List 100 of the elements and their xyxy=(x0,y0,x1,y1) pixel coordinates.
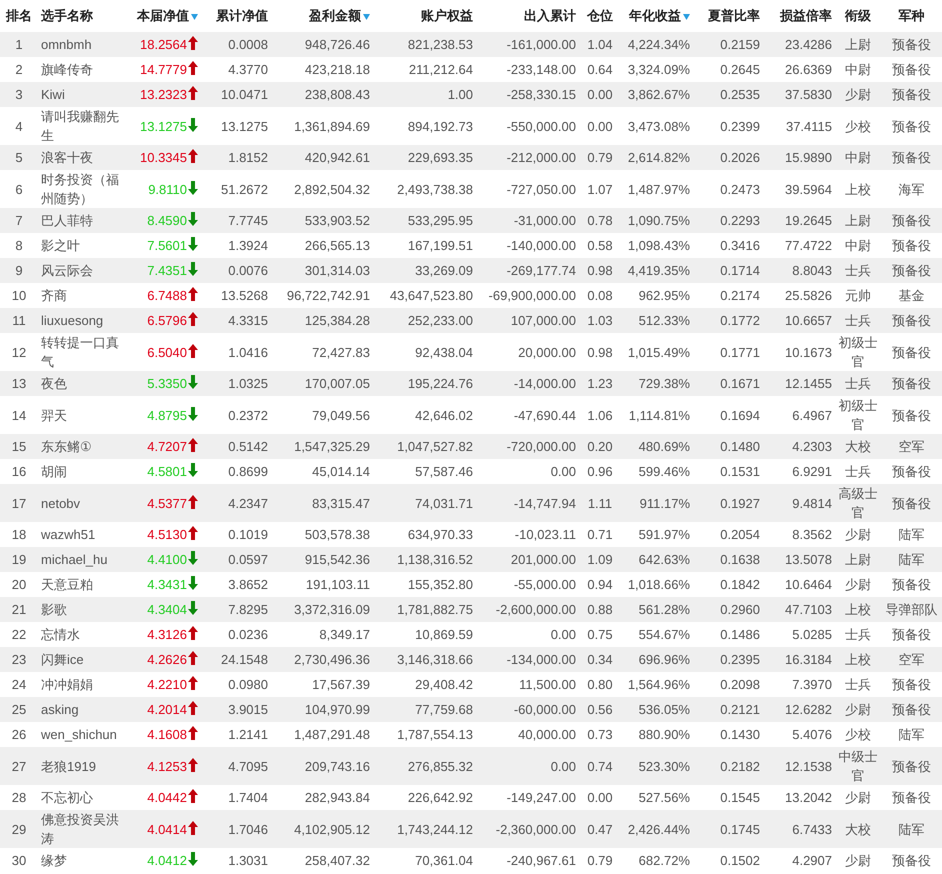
table-cell: 基金 xyxy=(898,288,924,303)
table-cell: 1,743,244.12 xyxy=(397,822,473,836)
table-cell-text: 上尉 xyxy=(844,212,872,230)
table-cell: 1,781,882.75 xyxy=(397,602,473,617)
table-cell: 962.95% xyxy=(638,288,690,303)
column-header[interactable]: 出入累计 xyxy=(524,8,576,24)
table-cell: 3,372,316.09 xyxy=(294,602,370,617)
column-header[interactable]: 累计净值 xyxy=(216,8,268,24)
table-cell-text: 少尉 xyxy=(844,526,872,544)
column-header[interactable]: 年化收益 xyxy=(629,8,681,24)
table-cell: 634,970.33 xyxy=(408,527,473,542)
sort-icon[interactable] xyxy=(683,14,690,20)
table-cell: 6.4967 xyxy=(792,408,832,422)
sort-icon[interactable] xyxy=(191,14,198,20)
table-cell: 8,349.17 xyxy=(319,627,370,642)
table-cell: 11,500.00 xyxy=(519,677,576,692)
table-cell-text: 士兵 xyxy=(844,676,872,694)
table-cell: 0.79 xyxy=(587,853,613,868)
column-header[interactable]: 军种 xyxy=(898,8,924,24)
table-cell: 70,361.04 xyxy=(415,853,473,868)
player-name[interactable]: 胡闹 xyxy=(41,462,125,481)
table-cell: 3.9015 xyxy=(228,702,268,717)
table-cell: 2,426.44% xyxy=(628,822,690,836)
table-cell: 8 xyxy=(15,238,23,253)
table-cell: 39.5964 xyxy=(785,182,832,196)
table-cell: 79,049.56 xyxy=(312,408,370,422)
table-cell: 2,892,504.32 xyxy=(294,182,370,196)
player-name[interactable]: 冲冲娟娟 xyxy=(41,675,125,694)
table-cell: 266,565.13 xyxy=(304,238,370,253)
table-cell: 0.00 xyxy=(550,464,576,479)
column-header[interactable]: 仓位 xyxy=(587,8,613,24)
table-cell: 2,493,738.38 xyxy=(397,182,473,196)
table-cell: 6.5796 xyxy=(147,313,187,328)
table-cell: 195,224.76 xyxy=(408,376,473,391)
table-cell: 0.0008 xyxy=(228,37,268,52)
table-cell: 696.96% xyxy=(638,652,690,667)
table-cell: 7.3970 xyxy=(792,677,832,692)
table-cell: 3 xyxy=(15,87,23,102)
table-cell: 27 xyxy=(12,758,26,774)
table-cell: -140,000.00 xyxy=(506,238,576,253)
column-header[interactable]: 衔级 xyxy=(845,8,871,24)
column-header[interactable]: 排名 xyxy=(6,8,32,24)
table-cell: 10 xyxy=(12,288,26,303)
table-cell: 预备役 xyxy=(892,577,931,592)
table-cell: 37.5830 xyxy=(785,87,832,102)
table-cell: 0.2098 xyxy=(720,677,760,692)
column-header[interactable]: 夏普比率 xyxy=(708,8,760,24)
table-cell: 12.1538 xyxy=(785,758,832,774)
table-cell: 4.2210 xyxy=(147,677,187,692)
table-cell: 0.2026 xyxy=(720,150,760,165)
table-cell: 14.7779 xyxy=(140,62,187,77)
table-cell: 1.7046 xyxy=(228,822,268,836)
table-cell: 554.67% xyxy=(638,627,690,642)
player-name[interactable]: 转转提一口真气 xyxy=(41,333,125,371)
table-cell-text: 元帅 xyxy=(844,287,872,305)
player-name[interactable]: 影之叶 xyxy=(41,236,125,255)
table-cell: 5.3350 xyxy=(147,376,187,391)
player-name[interactable]: 天意豆粕 xyxy=(41,575,125,594)
player-name[interactable]: wazwh51 xyxy=(41,525,125,544)
table-cell: 陆军 xyxy=(898,527,924,542)
table-cell: 预备役 xyxy=(892,238,931,253)
player-name[interactable]: 时务投资（福州随势） xyxy=(41,170,125,208)
table-cell: 预备役 xyxy=(892,118,931,134)
sort-icon[interactable] xyxy=(363,14,370,20)
table-cell: 125,384.28 xyxy=(304,313,370,328)
table-cell: 0.5142 xyxy=(228,439,268,454)
column-header[interactable]: 损益倍率 xyxy=(780,8,832,24)
table-cell: 19 xyxy=(12,552,26,567)
player-name[interactable]: wen_shichun xyxy=(41,725,125,744)
player-name[interactable]: 忘情水 xyxy=(41,625,125,644)
player-name[interactable]: 请叫我赚翻先生 xyxy=(41,107,125,145)
table-cell: 201,000.00 xyxy=(510,552,576,567)
table-cell: 4.2626 xyxy=(147,652,187,667)
player-name[interactable]: 旗峰传奇 xyxy=(41,60,125,79)
player-name[interactable]: 齐商 xyxy=(41,286,125,305)
table-cell: 0.94 xyxy=(587,577,613,592)
player-name[interactable]: 缘梦 xyxy=(41,851,125,870)
table-cell: 0.8699 xyxy=(228,464,268,479)
table-cell-text: 少尉 xyxy=(844,852,872,870)
table-cell: 37.4115 xyxy=(786,118,832,134)
table-cell: 167,199.51 xyxy=(408,238,473,253)
table-cell: 1,547,325.29 xyxy=(294,439,370,454)
table-cell: 10,869.59 xyxy=(415,627,473,642)
table-cell: -720,000.00 xyxy=(506,439,576,454)
table-cell: 预备役 xyxy=(892,702,931,717)
table-cell: 0.1694 xyxy=(720,408,760,422)
table-cell: 4.3315 xyxy=(228,313,268,328)
table-cell: 预备役 xyxy=(892,758,931,774)
table-cell: 0.1430 xyxy=(720,727,760,742)
table-cell-text: 高级士官 xyxy=(838,485,878,522)
player-name[interactable]: 不忘初心 xyxy=(41,788,125,807)
column-header[interactable]: 选手名称 xyxy=(41,8,93,24)
table-cell: 10.3345 xyxy=(140,150,187,165)
column-header[interactable]: 本届净值 xyxy=(137,8,189,24)
table-cell: 0.1486 xyxy=(720,627,760,642)
player-name[interactable]: 羿天 xyxy=(41,406,125,424)
table-cell: 0.1671 xyxy=(720,376,760,391)
column-header[interactable]: 盈利金额 xyxy=(309,8,361,24)
column-header[interactable]: 账户权益 xyxy=(421,8,473,24)
table-cell: 423,218.18 xyxy=(304,62,370,77)
